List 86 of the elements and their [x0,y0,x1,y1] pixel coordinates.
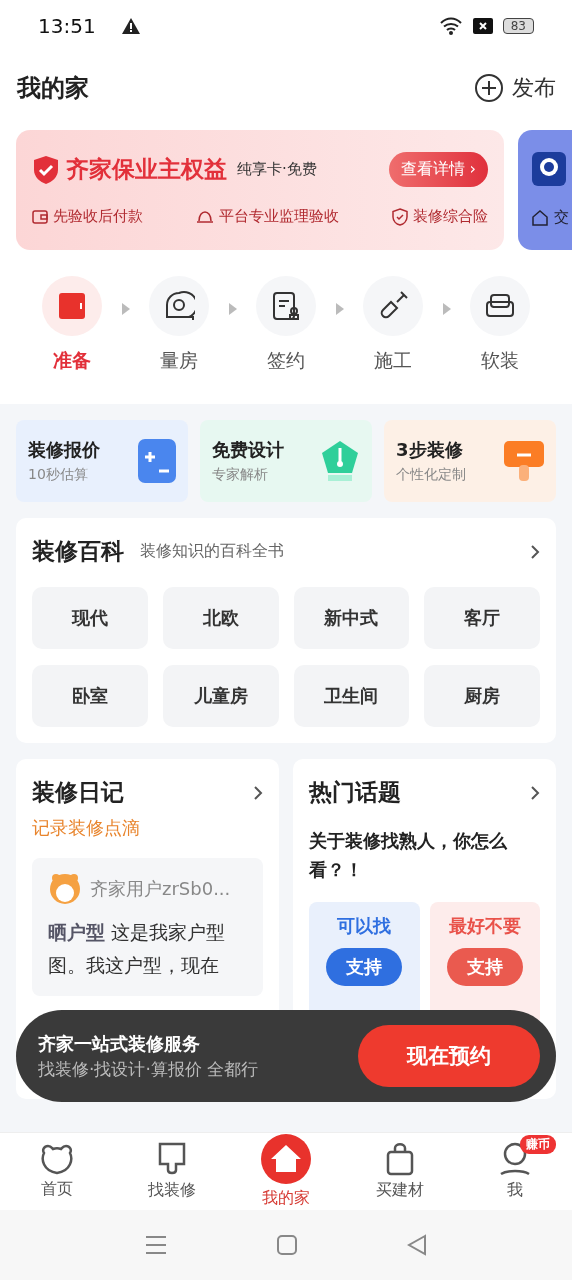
mascot-badge-icon [532,152,566,186]
tab-bar-item[interactable]: 找装修 [114,1133,229,1210]
back-icon[interactable] [407,1234,427,1256]
shield-check-icon [32,154,60,185]
option-label: 可以找 [337,914,392,938]
user-name: 齐家用户zrSb0... [90,877,231,901]
page-title: 我的家 [17,73,89,104]
topic-question: 关于装修找熟人，你怎么看？！ [309,829,508,882]
section-title: 装修日记 [32,778,124,807]
house-check-icon [532,209,548,226]
tab-bar-item[interactable]: 首页 [0,1133,115,1210]
support-button[interactable]: 支持 [326,948,403,986]
tab-bar-item[interactable]: 我的家 [228,1133,344,1210]
promo-feature-label: 交 [554,208,569,227]
quick-entry-card[interactable]: 装修报价 10秒估算 [16,420,188,502]
style-tag[interactable]: 厨房 [424,665,540,727]
section-title: 装修百科 [32,537,124,566]
bear-face-icon [40,1143,75,1175]
style-tag[interactable]: 卧室 [32,665,148,727]
wifi-icon [438,17,463,35]
style-tag[interactable]: 客厅 [424,587,540,649]
booking-toast[interactable]: 齐家一站式装修服务 找装修·找设计·算报价 全都行 现在预约 [16,1010,556,1102]
style-tag[interactable]: 新中式 [293,587,410,649]
step-arrow-icon [335,303,344,315]
coin-badge: 赚币 [520,1135,557,1154]
menu-icon[interactable] [145,1235,167,1255]
quick-entry-card[interactable]: 免费设计 专家解析 [200,420,372,502]
diary-text: 晒户型 这是我家户型图。我这户型，现在 [48,920,227,978]
helmet-icon [196,208,214,225]
banner-subtitle: 找装修·找设计·算报价 全都行 [38,1057,259,1081]
style-tag[interactable]: 现代 [32,587,148,649]
tiger-avatar-icon [48,872,82,906]
chevron-right-icon[interactable] [530,784,540,801]
feature-label: 平台专业监理验收 [219,207,339,226]
promo-title: 齐家保业主权益 [66,155,227,184]
quick-entry-card[interactable]: 3步装修 个性化定制 [384,420,556,502]
feature-label: 装修综合险 [413,207,488,226]
signpost-icon [504,439,544,483]
shield-icon [392,207,408,226]
step-label[interactable]: 施工 [374,348,412,374]
quick-entry-subtitle: 10秒估算 [28,466,89,484]
quick-entry-subtitle: 专家解析 [212,466,269,484]
style-tag[interactable]: 卫生间 [293,665,410,727]
step-label[interactable]: 准备 [53,348,91,374]
book-now-button[interactable]: 现在预约 [358,1025,540,1087]
box-icon [58,292,86,320]
step-label[interactable]: 软装 [481,348,519,374]
publish-button[interactable]: 发布 [474,73,556,103]
step-label[interactable]: 签约 [267,348,305,374]
section-subtitle: 装修知识的百科全书 [140,541,284,562]
wallet-icon [32,208,48,225]
diary-entry[interactable]: 齐家用户zrSb0... 晒户型 这是我家户型图。我这户型，现在 [32,858,263,996]
chevron-right-icon[interactable] [253,784,263,801]
shopping-bag-icon [385,1142,416,1176]
step-arrow-icon [121,303,130,315]
pen-nib-icon [320,440,360,482]
close-box-icon [472,18,493,34]
style-tag[interactable]: 儿童房 [162,665,279,727]
promo-subtitle: 纯享卡·免费 [237,160,317,179]
feature-label: 先验收后付款 [53,207,143,226]
banner-title: 齐家一站式装修服务 [38,1031,201,1056]
step-label[interactable]: 量房 [160,348,198,374]
step-arrow-icon [228,303,237,315]
quick-entry-title: 3步装修 [396,438,464,462]
home-square-icon[interactable] [277,1235,297,1255]
promo-card[interactable]: 齐家保业主权益 纯享卡·免费 查看详情 › 先验收后付款 平台专业监理验收 装修综合险 [16,130,504,250]
tab-bar-item[interactable]: 买建材 [343,1133,458,1210]
contract-icon [270,290,302,322]
quick-entry-title: 免费设计 [212,438,284,462]
step-arrow-icon [442,303,451,315]
calculator-icon [138,439,176,483]
warning-icon [121,18,140,34]
tab-bar-item[interactable]: 我 赚币 [457,1133,572,1210]
section-title: 热门话题 [309,778,401,807]
section-subtitle: 记录装修点滴 [32,816,141,840]
plus-circle-icon [474,73,504,103]
quick-entry-title: 装修报价 [28,438,100,462]
option-label: 最好不要 [448,914,521,938]
style-tag[interactable]: 北欧 [162,587,279,649]
chevron-right-icon[interactable] [530,543,540,560]
quick-entry-subtitle: 个性化定制 [396,466,466,484]
promo-card[interactable]: 交 [518,130,572,250]
status-time: 13:51 [38,14,96,38]
battery-level: 83 [502,18,534,34]
details-button[interactable]: 查看详情 › [388,152,488,187]
tape-measure-icon [163,290,195,322]
